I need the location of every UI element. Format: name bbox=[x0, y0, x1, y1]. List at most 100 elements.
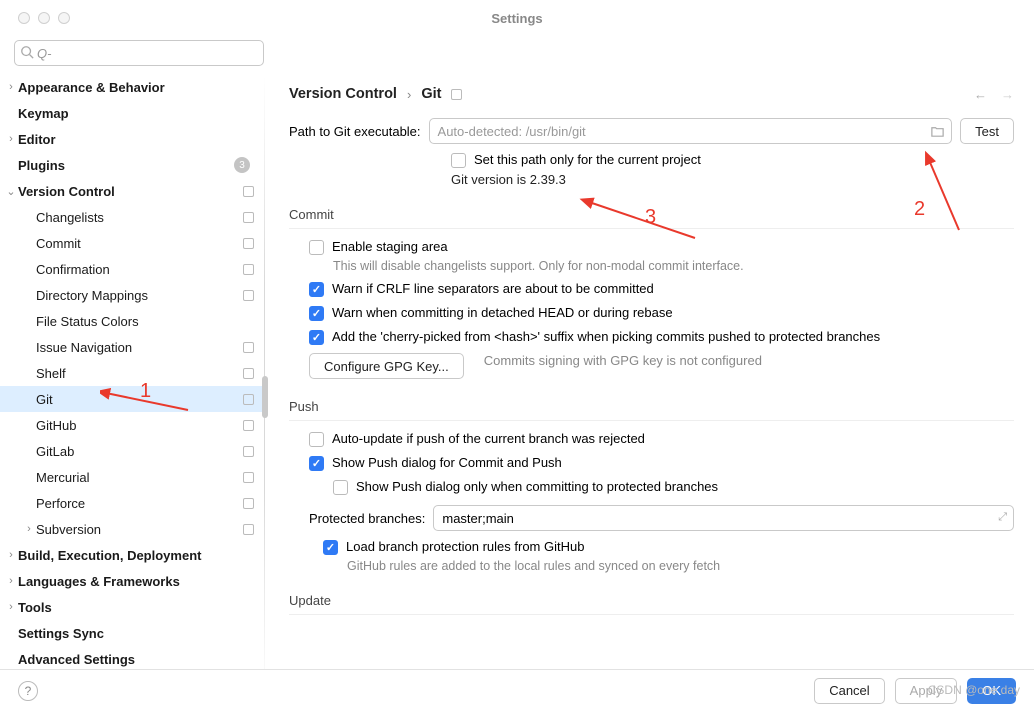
enable-staging-label: Enable staging area bbox=[332, 239, 448, 254]
show-push-dialog-protected-checkbox[interactable] bbox=[333, 480, 348, 495]
chevron-right-icon: › bbox=[4, 549, 18, 561]
cancel-button[interactable]: Cancel bbox=[814, 678, 884, 704]
sidebar-item-label: Appearance & Behavior bbox=[18, 80, 254, 95]
sidebar-item-appearance-behavior[interactable]: ›Appearance & Behavior bbox=[0, 74, 264, 100]
scope-icon bbox=[243, 498, 254, 509]
sidebar-item-label: Settings Sync bbox=[18, 626, 254, 641]
sidebar-item-label: Languages & Frameworks bbox=[18, 574, 254, 589]
search-icon bbox=[20, 45, 34, 59]
scope-icon bbox=[243, 524, 254, 535]
chevron-right-icon: › bbox=[4, 575, 18, 587]
close-window[interactable] bbox=[18, 12, 30, 24]
sidebar-item-label: Perforce bbox=[36, 496, 243, 511]
sidebar-item-issue-navigation[interactable]: Issue Navigation bbox=[0, 334, 264, 360]
scope-icon bbox=[243, 368, 254, 379]
badge: 3 bbox=[234, 157, 250, 173]
sidebar-item-keymap[interactable]: Keymap bbox=[0, 100, 264, 126]
chevron-right-icon: › bbox=[22, 523, 36, 535]
gpg-hint: Commits signing with GPG key is not conf… bbox=[484, 353, 762, 368]
cherry-pick-checkbox[interactable] bbox=[309, 330, 324, 345]
sidebar-item-mercurial[interactable]: Mercurial bbox=[0, 464, 264, 490]
sidebar-item-languages-frameworks[interactable]: ›Languages & Frameworks bbox=[0, 568, 264, 594]
chevron-down-icon: ⌄ bbox=[4, 185, 18, 198]
sidebar-item-tools[interactable]: ›Tools bbox=[0, 594, 264, 620]
expand-icon[interactable]: ⤢ bbox=[998, 511, 1007, 524]
set-path-current-checkbox[interactable] bbox=[451, 153, 466, 168]
warn-crlf-label: Warn if CRLF line separators are about t… bbox=[332, 281, 654, 296]
sidebar-item-shelf[interactable]: Shelf bbox=[0, 360, 264, 386]
set-path-current-label: Set this path only for the current proje… bbox=[474, 152, 701, 167]
apply-button[interactable]: Apply bbox=[895, 678, 958, 704]
search-input[interactable] bbox=[14, 40, 264, 66]
scope-icon bbox=[243, 394, 254, 405]
sidebar-item-directory-mappings[interactable]: Directory Mappings bbox=[0, 282, 264, 308]
chevron-right-icon: › bbox=[4, 133, 18, 145]
push-section-header: Push bbox=[289, 399, 1014, 421]
sidebar-item-label: Commit bbox=[36, 236, 243, 251]
scope-icon bbox=[243, 420, 254, 431]
test-button[interactable]: Test bbox=[960, 118, 1014, 144]
protected-branches-label: Protected branches: bbox=[309, 511, 425, 526]
sidebar-item-plugins[interactable]: Plugins3 bbox=[0, 152, 264, 178]
sidebar-item-confirmation[interactable]: Confirmation bbox=[0, 256, 264, 282]
sidebar-item-build-execution-deployment[interactable]: ›Build, Execution, Deployment bbox=[0, 542, 264, 568]
scope-icon bbox=[243, 238, 254, 249]
sidebar-item-label: Shelf bbox=[36, 366, 243, 381]
sidebar-item-perforce[interactable]: Perforce bbox=[0, 490, 264, 516]
show-push-dialog-protected-label: Show Push dialog only when committing to… bbox=[356, 479, 718, 494]
folder-icon[interactable] bbox=[930, 124, 945, 142]
sidebar-item-editor[interactable]: ›Editor bbox=[0, 126, 264, 152]
sidebar-item-subversion[interactable]: ›Subversion bbox=[0, 516, 264, 542]
nav-back-icon[interactable]: ← bbox=[974, 87, 987, 102]
chevron-right-icon: › bbox=[407, 87, 411, 102]
load-gh-rules-checkbox[interactable] bbox=[323, 540, 338, 555]
help-button[interactable]: ? bbox=[18, 681, 38, 701]
sidebar-item-label: Changelists bbox=[36, 210, 243, 225]
sidebar-item-label: Keymap bbox=[18, 106, 254, 121]
sidebar-item-changelists[interactable]: Changelists bbox=[0, 204, 264, 230]
nav-forward-icon[interactable]: → bbox=[1001, 87, 1014, 102]
sidebar-item-label: Subversion bbox=[36, 522, 243, 537]
sidebar-item-commit[interactable]: Commit bbox=[0, 230, 264, 256]
show-push-dialog-label: Show Push dialog for Commit and Push bbox=[332, 455, 562, 470]
sidebar-item-settings-sync[interactable]: Settings Sync bbox=[0, 620, 264, 646]
configure-gpg-button[interactable]: Configure GPG Key... bbox=[309, 353, 464, 379]
enable-staging-checkbox[interactable] bbox=[309, 240, 324, 255]
scope-icon bbox=[243, 290, 254, 301]
scope-icon bbox=[243, 212, 254, 223]
warn-detached-checkbox[interactable] bbox=[309, 306, 324, 321]
show-push-dialog-checkbox[interactable] bbox=[309, 456, 324, 471]
sidebar-item-label: Mercurial bbox=[36, 470, 243, 485]
scope-icon bbox=[243, 472, 254, 483]
auto-update-checkbox[interactable] bbox=[309, 432, 324, 447]
enable-staging-hint: This will disable changelists support. O… bbox=[333, 259, 1014, 273]
protected-branches-input[interactable]: master;main ⤢ bbox=[433, 505, 1014, 531]
git-path-label: Path to Git executable: bbox=[289, 124, 421, 139]
scope-icon bbox=[243, 446, 254, 457]
git-version-text: Git version is 2.39.3 bbox=[451, 172, 1014, 187]
sidebar-tree: ›Appearance & BehaviorKeymap›EditorPlugi… bbox=[0, 72, 264, 705]
sidebar-item-label: GitLab bbox=[36, 444, 243, 459]
chevron-right-icon: › bbox=[4, 81, 18, 93]
sidebar-item-gitlab[interactable]: GitLab bbox=[0, 438, 264, 464]
sidebar-item-version-control[interactable]: ⌄Version Control bbox=[0, 178, 264, 204]
ok-button[interactable]: OK bbox=[967, 678, 1016, 704]
scope-icon bbox=[243, 342, 254, 353]
load-gh-rules-hint: GitHub rules are added to the local rule… bbox=[347, 559, 1014, 573]
warn-detached-label: Warn when committing in detached HEAD or… bbox=[332, 305, 673, 320]
sidebar-item-label: Directory Mappings bbox=[36, 288, 243, 303]
git-path-input[interactable]: Auto-detected: /usr/bin/git bbox=[429, 118, 953, 144]
sidebar-item-label: Build, Execution, Deployment bbox=[18, 548, 254, 563]
sidebar-item-github[interactable]: GitHub bbox=[0, 412, 264, 438]
minimize-window[interactable] bbox=[38, 12, 50, 24]
breadcrumb-root: Version Control bbox=[289, 86, 397, 102]
zoom-window[interactable] bbox=[58, 12, 70, 24]
sidebar-item-git[interactable]: Git bbox=[0, 386, 264, 412]
sidebar-item-label: Advanced Settings bbox=[18, 652, 254, 667]
cherry-pick-label: Add the 'cherry-picked from <hash>' suff… bbox=[332, 329, 880, 344]
sidebar-item-file-status-colors[interactable]: File Status Colors bbox=[0, 308, 264, 334]
sidebar-item-label: Confirmation bbox=[36, 262, 243, 277]
breadcrumb-leaf: Git bbox=[421, 86, 441, 102]
window-title: Settings bbox=[491, 11, 542, 26]
warn-crlf-checkbox[interactable] bbox=[309, 282, 324, 297]
